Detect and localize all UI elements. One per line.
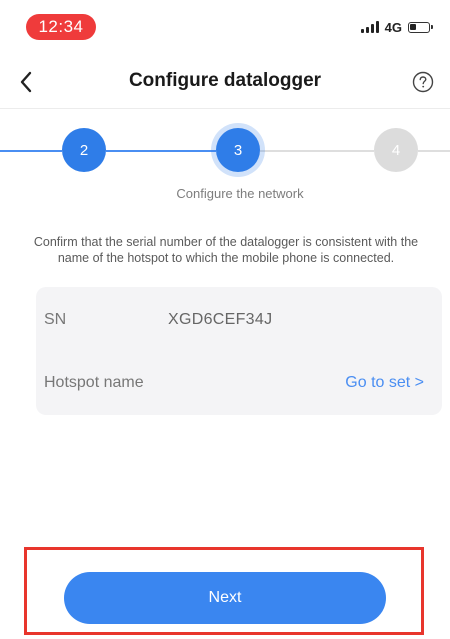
status-bar: 12:34 4G [0, 0, 450, 56]
step-connector [106, 150, 216, 152]
step-2: 2 [62, 128, 106, 172]
progress-stepper: 2 3 4 Configure the network [0, 118, 450, 214]
help-button[interactable] [410, 69, 436, 95]
question-circle-icon [412, 71, 434, 93]
signal-bars-icon [360, 21, 379, 33]
step-connector [0, 150, 62, 152]
step-connector [418, 150, 450, 152]
instruction-text: Confirm that the serial number of the da… [33, 235, 419, 265]
phone-screen: 12:34 4G Configure datalogger 2 3 4 Conf… [0, 0, 450, 639]
info-card: SN XGD6CEF34J Hotspot name Go to set > [36, 287, 442, 415]
step-caption: Configure the network [176, 186, 304, 201]
next-button[interactable]: Next [64, 572, 386, 624]
step-connector [260, 150, 374, 152]
battery-icon [408, 21, 433, 33]
page-title: Configure datalogger [128, 70, 322, 91]
step-3: 3 [216, 128, 260, 172]
sn-label: SN [44, 311, 67, 328]
status-indicators: 4G [360, 18, 433, 36]
status-time: 12:34 [26, 14, 96, 40]
sn-row: SN XGD6CEF34J [36, 297, 442, 345]
step-4: 4 [374, 128, 418, 172]
network-type: 4G [384, 19, 402, 35]
hotspot-row: Hotspot name Go to set > [36, 360, 442, 408]
go-to-set-link[interactable]: Go to set > [345, 374, 424, 392]
nav-header: Configure datalogger [0, 56, 450, 109]
hotspot-label: Hotspot name [44, 374, 144, 391]
sn-value: XGD6CEF34J [168, 311, 273, 328]
